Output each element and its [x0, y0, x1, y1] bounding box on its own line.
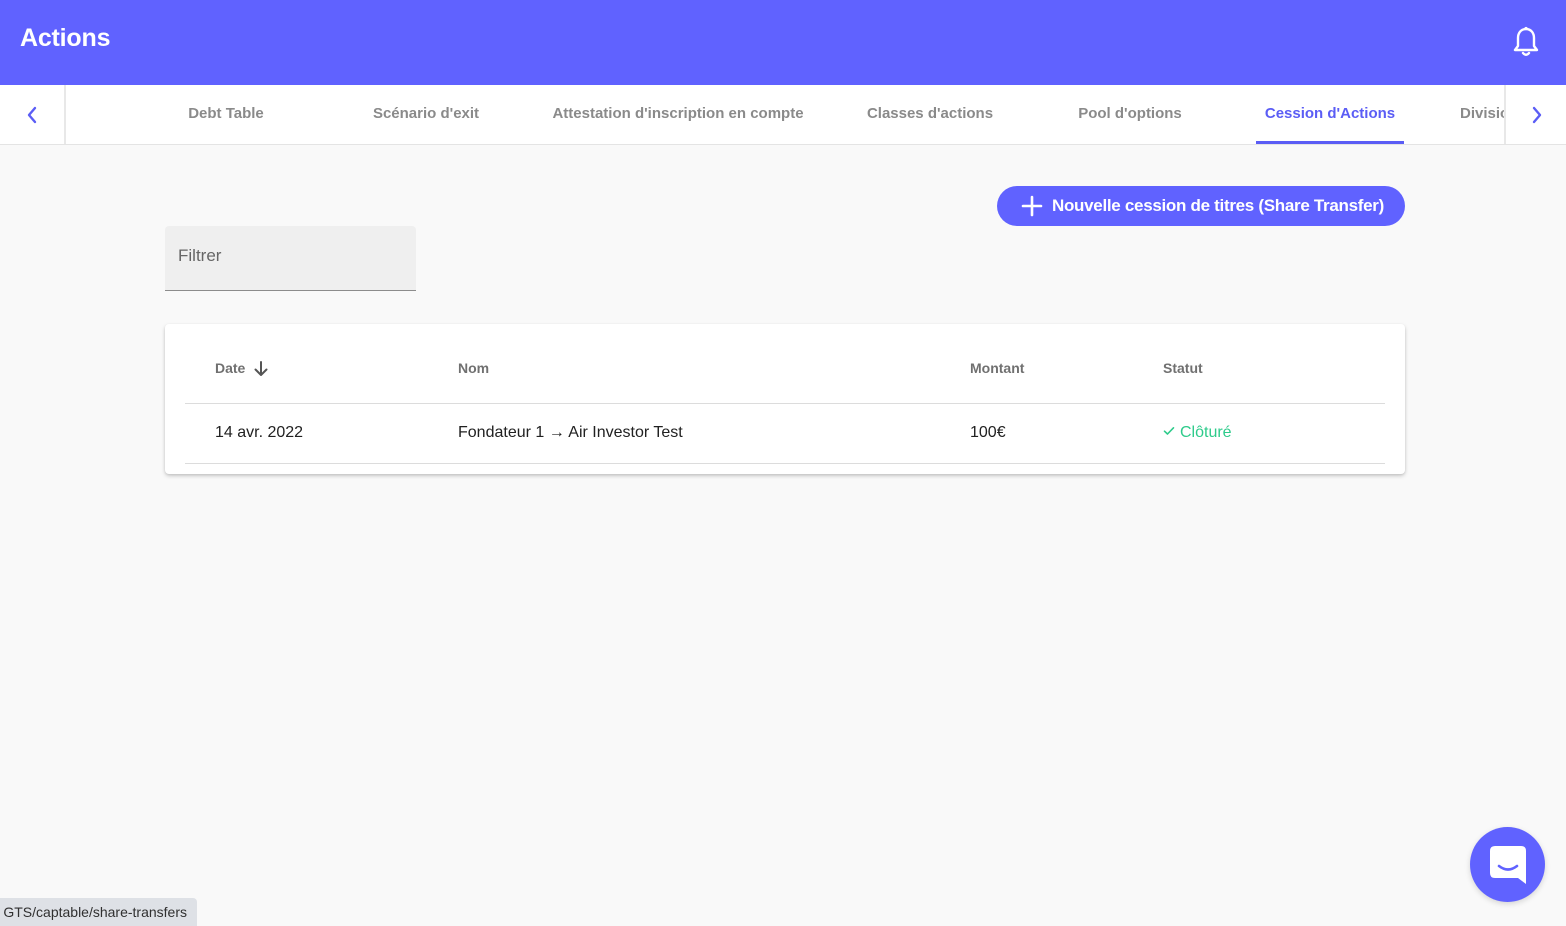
row-divider: [185, 463, 1385, 464]
tab-label: Classes d'actions: [866, 105, 994, 122]
plus-icon: [1021, 195, 1043, 217]
chat-launcher-button[interactable]: [1470, 827, 1545, 902]
tab-bar: Debt Table Scénario d'exit Attestation d…: [0, 85, 1566, 145]
tab-account-registration-certificate[interactable]: Attestation d'inscription en compte: [538, 85, 818, 144]
cell-date: 14 avr. 2022: [215, 424, 304, 441]
tab-debt-table[interactable]: Debt Table: [146, 85, 306, 144]
tab-label: Debt Table: [188, 105, 264, 122]
chevron-right-icon: [1532, 106, 1542, 123]
tab-option-pool[interactable]: Pool d'options: [1050, 85, 1210, 144]
column-header-amount[interactable]: Montant: [970, 360, 1024, 376]
cell-name: Fondateur 1 → Air Investor Test: [458, 424, 683, 441]
new-share-transfer-button[interactable]: Nouvelle cession de titres (Share Transf…: [997, 186, 1405, 226]
tab-division[interactable]: Division: [1460, 85, 1504, 144]
app-bar: Actions: [0, 0, 1566, 85]
tab-share-transfers[interactable]: Cession d'Actions: [1256, 85, 1404, 144]
arrow-down-icon[interactable]: [253, 360, 269, 378]
cell-amount: 100€: [970, 424, 1006, 441]
status-badge: Clôturé: [1180, 424, 1232, 441]
filter-field[interactable]: [165, 226, 416, 291]
tab-label: Cession d'Actions: [1264, 105, 1396, 122]
page-title: Actions: [20, 24, 111, 52]
tab-share-classes[interactable]: Classes d'actions: [850, 85, 1010, 144]
table-row[interactable]: 14 avr. 2022 Fondateur 1 → Air Investor …: [185, 404, 1385, 463]
cell-status: Clôturé: [1163, 424, 1232, 442]
tab-exit-scenario[interactable]: Scénario d'exit: [346, 85, 506, 144]
share-transfers-table: Date Nom Montant Statut 14 avr. 2022 Fon…: [165, 324, 1405, 474]
tabs-scroll-right-button[interactable]: [1504, 85, 1566, 144]
check-icon: [1163, 427, 1175, 436]
browser-status-bar: GTS/captable/share-transfers: [0, 898, 197, 926]
filter-input[interactable]: [178, 246, 403, 266]
new-share-transfer-label: Nouvelle cession de titres (Share Transf…: [1052, 196, 1384, 215]
chat-bubble-icon: [1490, 846, 1526, 884]
column-header-date[interactable]: Date: [215, 360, 245, 376]
tab-label: Attestation d'inscription en compte: [552, 105, 804, 122]
active-tab-indicator: [1256, 141, 1404, 144]
tabs-scroll-left-button[interactable]: [0, 85, 66, 144]
column-header-name[interactable]: Nom: [458, 360, 489, 376]
column-header-status[interactable]: Statut: [1163, 360, 1203, 376]
bell-icon[interactable]: [1512, 26, 1540, 58]
tabs-viewport: Debt Table Scénario d'exit Attestation d…: [66, 85, 1504, 144]
tab-label: Scénario d'exit: [372, 105, 480, 122]
status-url: GTS/captable/share-transfers: [3, 904, 187, 920]
tab-label: Division: [1460, 105, 1504, 122]
tab-label: Pool d'options: [1078, 105, 1182, 122]
chevron-left-icon: [27, 106, 37, 123]
